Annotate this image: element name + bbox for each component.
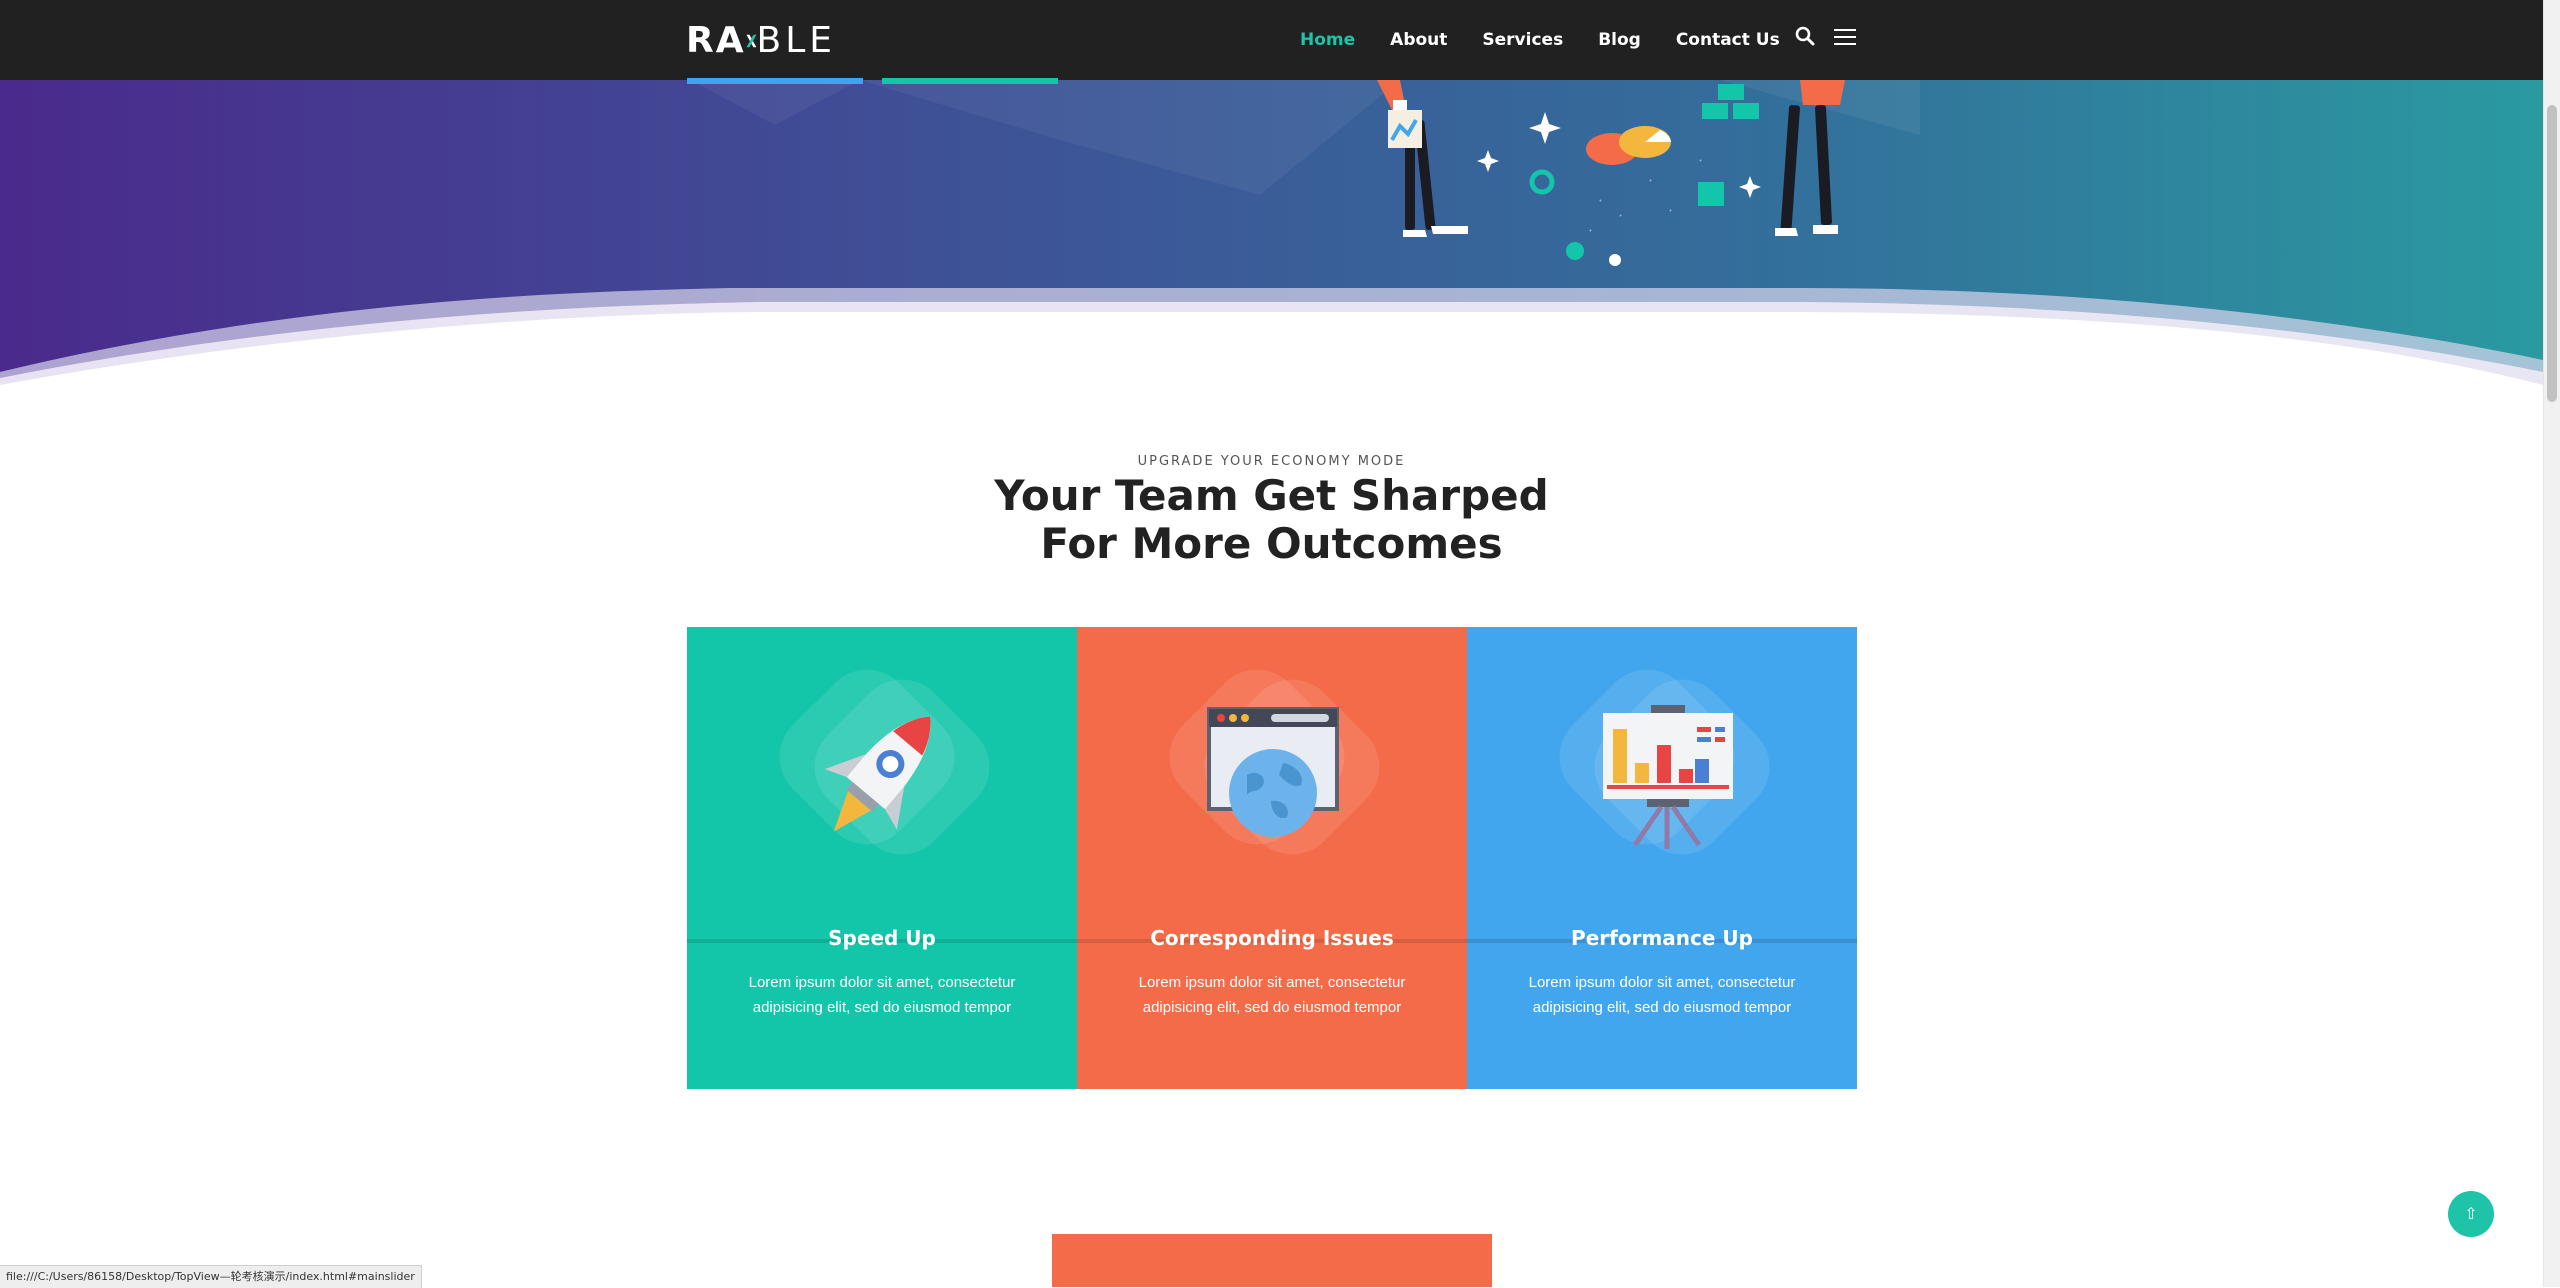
card-title: Performance Up [1571, 926, 1753, 950]
rocket-icon [824, 716, 931, 832]
section-title: Your Team Get Sharped For More Outcomes [0, 472, 2543, 568]
logo-text-right: BLE [756, 20, 836, 61]
nav-item-blog[interactable]: Blog [1598, 30, 1641, 50]
search-icon[interactable] [1795, 26, 1815, 52]
card-text: Lorem ipsum dolor sit amet, consectetur … [1138, 974, 1406, 1016]
card-title: Speed Up [828, 926, 936, 950]
scroll-to-top-button[interactable]: ⇧ [2448, 1191, 2494, 1237]
next-section-block [1052, 1234, 1492, 1287]
main-nav: Home About Services Blog Contact Us [1300, 0, 1815, 80]
nav-item-home[interactable]: Home [1300, 30, 1355, 50]
nav-item-about[interactable]: About [1390, 30, 1447, 50]
navbar: RA BLE Home About Services Blog Contact … [0, 0, 2543, 80]
presentation-chart-icon [1603, 705, 1733, 849]
logo-text-left: RA [686, 20, 746, 61]
nav-item-contact-us[interactable]: Contact Us [1676, 30, 1780, 50]
scrollbar-thumb[interactable] [2547, 105, 2557, 402]
section-eyebrow: UPGRADE YOUR ECONOMY MODE [1137, 454, 1406, 469]
card-text: Lorem ipsum dolor sit amet, consectetur … [748, 974, 1016, 1016]
section-title-line-2: For More Outcomes [1040, 519, 1503, 568]
hero-primary-button[interactable] [687, 78, 863, 84]
nav-item-services[interactable]: Services [1482, 30, 1563, 50]
hero-secondary-button[interactable] [882, 78, 1058, 84]
browser-status-bar: file:///C:/Users/86158/Desktop/TopView—轮… [0, 1265, 422, 1288]
feature-card-speed-up[interactable]: Speed Up Lorem ipsum dolor sit amet, con… [687, 627, 1077, 1089]
feature-card-corresponding-issues[interactable]: Corresponding Issues Lorem ipsum dolor s… [1077, 627, 1467, 1089]
logo-x-mark-icon [746, 34, 757, 48]
card-title: Corresponding Issues [1150, 926, 1394, 950]
brand-logo[interactable]: RA BLE [686, 12, 836, 70]
feature-cards: Speed Up Lorem ipsum dolor sit amet, con… [687, 627, 1857, 1089]
browser-globe-icon [1207, 707, 1339, 837]
card-text: Lorem ipsum dolor sit amet, consectetur … [1528, 974, 1796, 1016]
feature-card-performance-up[interactable]: Performance Up Lorem ipsum dolor sit ame… [1467, 627, 1857, 1089]
hamburger-menu-icon[interactable] [1834, 28, 1856, 50]
page-scrollbar[interactable] [2543, 0, 2560, 1287]
arrow-up-icon: ⇧ [2464, 1204, 2478, 1223]
section-title-line-1: Your Team Get Sharped [994, 471, 1549, 520]
